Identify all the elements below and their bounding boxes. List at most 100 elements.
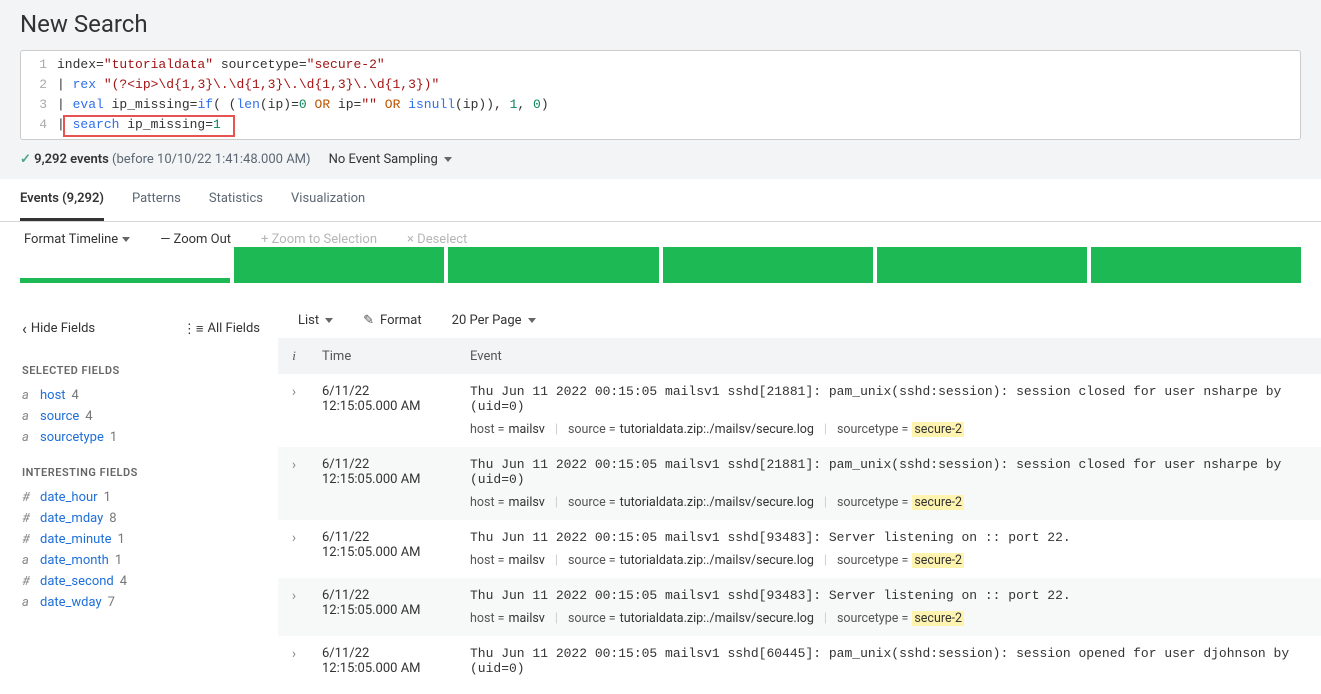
selected-fields-heading: SELECTED FIELDS: [22, 364, 260, 377]
expand-row-icon[interactable]: ›: [292, 457, 296, 473]
field-count-label: 1: [104, 490, 111, 505]
field-count-label: 4: [85, 409, 92, 424]
chevron-down-icon: [444, 157, 452, 162]
field-type-icon: a: [22, 409, 34, 424]
field-date_mday[interactable]: #date_mday8: [22, 508, 260, 529]
line-number: 3: [25, 95, 57, 115]
field-count-label: 7: [108, 595, 115, 610]
event-timeline[interactable]: [0, 257, 1321, 303]
field-name-label: date_month: [40, 553, 109, 568]
meta-host[interactable]: host = mailsv: [470, 422, 545, 437]
field-count-label: 1: [110, 430, 117, 445]
format-timeline-dropdown[interactable]: Format Timeline: [24, 232, 130, 247]
event-raw[interactable]: Thu Jun 11 2022 00:15:05 mailsv1 sshd[93…: [470, 530, 1309, 545]
all-fields-button[interactable]: ⋮≡ All Fields: [183, 321, 260, 337]
field-name-label: date_wday: [40, 595, 102, 610]
event-raw[interactable]: Thu Jun 11 2022 00:15:05 mailsv1 sshd[21…: [470, 384, 1309, 414]
field-source[interactable]: asource 4: [22, 406, 260, 427]
format-events-button[interactable]: Format: [363, 313, 422, 328]
field-type-icon: a: [22, 388, 34, 403]
event-date: 6/11/22: [322, 384, 446, 399]
list-mode-dropdown[interactable]: List: [298, 313, 333, 328]
field-type-icon: a: [22, 595, 34, 610]
timeline-bucket[interactable]: [448, 257, 658, 283]
event-date: 6/11/22: [322, 457, 446, 472]
zoom-to-selection-button: + Zoom to Selection: [261, 232, 377, 247]
meta-host[interactable]: host = mailsv: [470, 495, 545, 510]
timeline-bucket[interactable]: [20, 257, 230, 283]
event-raw[interactable]: Thu Jun 11 2022 00:15:05 mailsv1 sshd[60…: [470, 646, 1309, 676]
check-icon: ✓: [20, 152, 31, 167]
event-time: 12:15:05.000 AM: [322, 472, 446, 487]
meta-host[interactable]: host = mailsv: [470, 553, 545, 568]
meta-source[interactable]: source = tutorialdata.zip:./mailsv/secur…: [568, 495, 814, 510]
field-name-label: source: [40, 409, 79, 424]
event-raw[interactable]: Thu Jun 11 2022 00:15:05 mailsv1 sshd[21…: [470, 457, 1309, 487]
col-time[interactable]: Time: [310, 338, 458, 374]
field-count-label: 4: [120, 574, 127, 589]
code-line[interactable]: | eval ip_missing=if( (len(ip)=0 OR ip="…: [57, 95, 549, 115]
hide-fields-button[interactable]: Hide Fields: [22, 319, 95, 338]
search-editor[interactable]: 1index="tutorialdata" sourcetype="secure…: [20, 50, 1301, 140]
meta-source[interactable]: source = tutorialdata.zip:./mailsv/secur…: [568, 553, 814, 568]
field-count-label: 8: [109, 511, 116, 526]
field-date_wday[interactable]: a date_wday 7: [22, 592, 260, 613]
result-tabs: Events (9,292) Patterns Statistics Visua…: [0, 179, 1321, 222]
meta-host[interactable]: host = mailsv: [470, 611, 545, 626]
per-page-dropdown[interactable]: 20 Per Page: [452, 313, 536, 328]
timeline-bucket[interactable]: [1091, 257, 1301, 283]
event-time: 12:15:05.000 AM: [322, 399, 446, 414]
chevron-left-icon: [22, 319, 27, 338]
field-date_second[interactable]: #date_second4: [22, 571, 260, 592]
list-icon: ⋮≡: [183, 321, 204, 337]
field-type-icon: a: [22, 430, 34, 445]
events-table: i Time Event ›6/11/2212:15:05.000 AMThu …: [278, 338, 1321, 694]
timeline-bucket[interactable]: [877, 257, 1087, 283]
chevron-down-icon: [528, 318, 536, 323]
job-status: ✓ 9,292 events (before 10/10/22 1:41:48.…: [20, 152, 311, 167]
code-line[interactable]: | search ip_missing=1: [57, 115, 221, 135]
event-date: 6/11/22: [322, 588, 446, 603]
table-row: › 6/11/2212:15:05.000 AM Thu Jun 11 2022 0…: [278, 374, 1321, 447]
timeline-bucket[interactable]: [234, 257, 444, 283]
tab-patterns[interactable]: Patterns: [132, 179, 181, 221]
meta-sourcetype[interactable]: sourcetype = secure-2: [837, 553, 964, 568]
expand-row-icon[interactable]: ›: [292, 530, 296, 546]
chevron-down-icon: [325, 318, 333, 323]
field-date_minute[interactable]: #date_minute1: [22, 529, 260, 550]
tab-visualization[interactable]: Visualization: [291, 179, 365, 221]
page-title: New Search: [20, 6, 1301, 50]
event-meta: host = mailsv|source = tutorialdata.zip:…: [470, 495, 1309, 510]
col-info[interactable]: i: [278, 338, 310, 374]
pencil-icon: [363, 313, 374, 328]
expand-row-icon[interactable]: ›: [292, 646, 296, 662]
field-host[interactable]: ahost4: [22, 385, 260, 406]
meta-sourcetype[interactable]: sourcetype = secure-2: [837, 611, 964, 626]
meta-source[interactable]: source = tutorialdata.zip:./mailsv/secur…: [568, 611, 814, 626]
line-number: 4: [25, 115, 57, 135]
timeline-bucket[interactable]: [663, 257, 873, 283]
field-type-icon: #: [22, 511, 34, 526]
event-meta: host = mailsv|source = tutorialdata.zip:…: [470, 553, 1309, 568]
tab-statistics[interactable]: Statistics: [209, 179, 263, 221]
meta-sourcetype[interactable]: sourcetype = secure-2: [837, 495, 964, 510]
field-type-icon: #: [22, 532, 34, 547]
field-count-label: 1: [115, 553, 122, 568]
expand-row-icon[interactable]: ›: [292, 384, 296, 400]
event-time: 12:15:05.000 AM: [322, 661, 446, 676]
expand-row-icon[interactable]: ›: [292, 588, 296, 604]
field-date_month[interactable]: adate_month1: [22, 550, 260, 571]
table-row: ›6/11/2212:15:05.000 AMThu Jun 11 2022 0…: [278, 636, 1321, 694]
event-raw[interactable]: Thu Jun 11 2022 00:15:05 mailsv1 sshd[93…: [470, 588, 1309, 603]
meta-source[interactable]: source = tutorialdata.zip:./mailsv/secur…: [568, 422, 814, 437]
event-sampling-dropdown[interactable]: No Event Sampling: [329, 152, 452, 167]
code-line[interactable]: | rex "(?<ip>\d{1,3}\.\d{1,3}\.\d{1,3}\.…: [57, 75, 439, 95]
table-row: ›6/11/2212:15:05.000 AMThu Jun 11 2022 0…: [278, 520, 1321, 578]
line-number: 1: [25, 55, 57, 75]
tab-events[interactable]: Events (9,292): [20, 179, 104, 221]
meta-sourcetype[interactable]: sourcetype = secure-2: [837, 422, 964, 437]
field-date_hour[interactable]: #date_hour1: [22, 487, 260, 508]
field-sourcetype[interactable]: asourcetype1: [22, 427, 260, 448]
code-line[interactable]: index="tutorialdata" sourcetype="secure-…: [57, 55, 385, 75]
zoom-out-button[interactable]: — Zoom Out: [160, 232, 231, 247]
